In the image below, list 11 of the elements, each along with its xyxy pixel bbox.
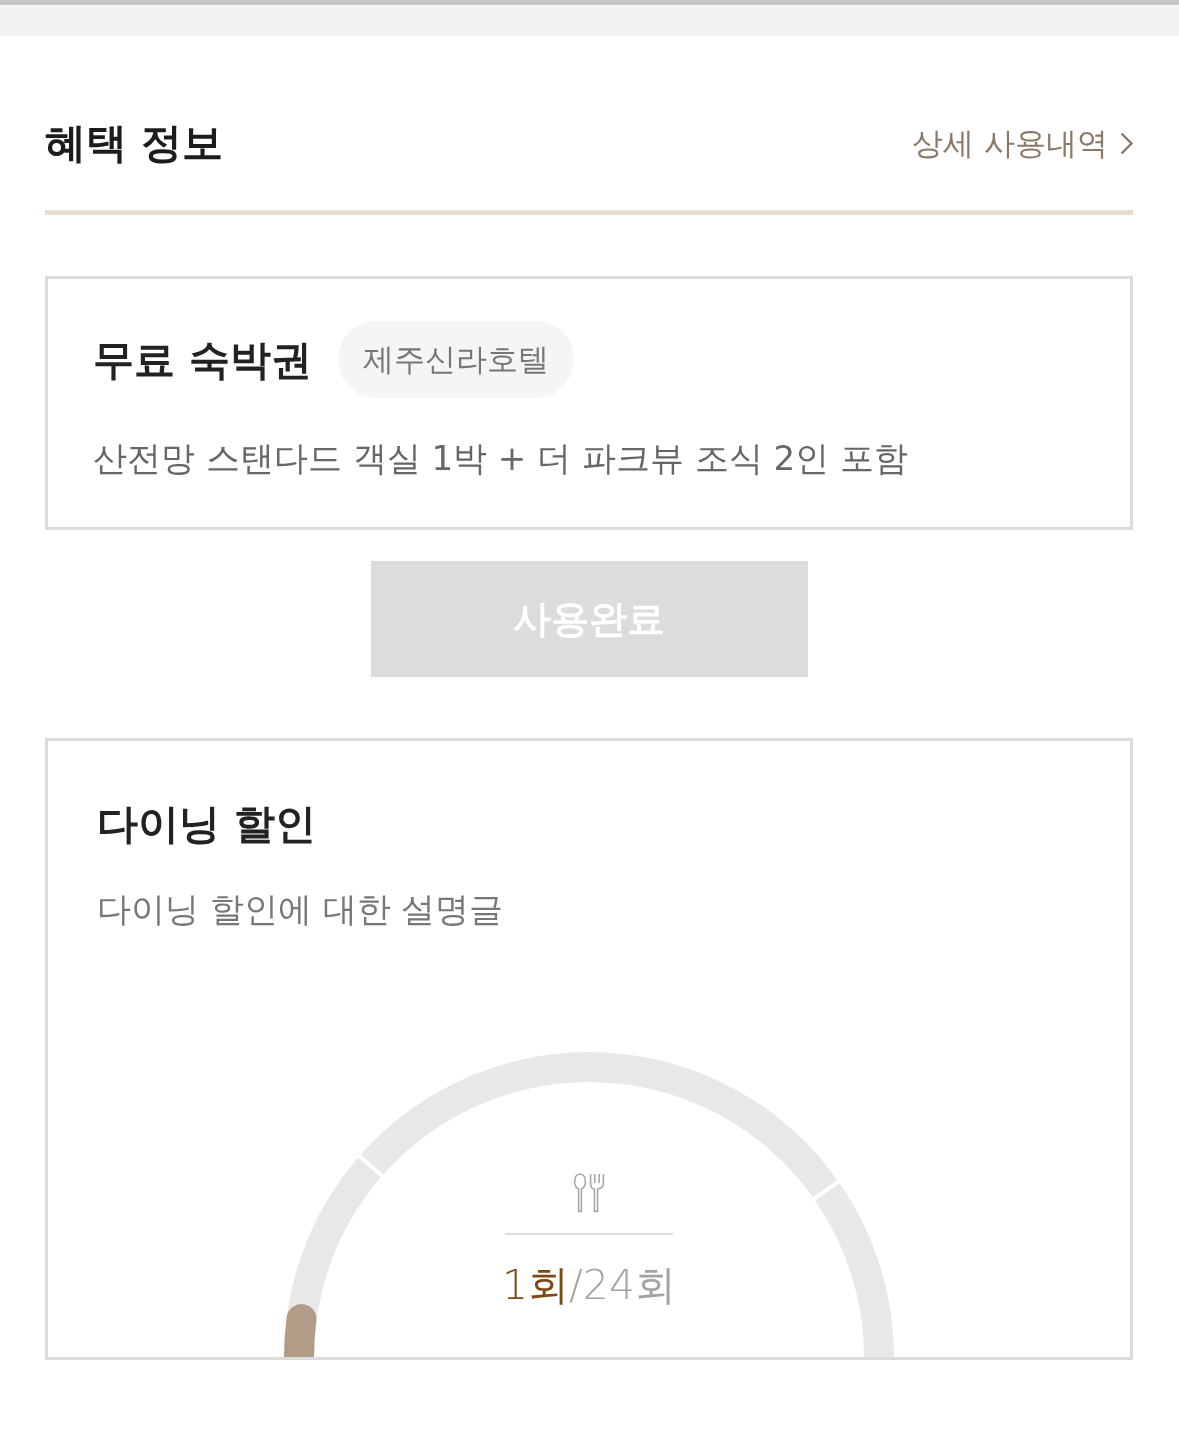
- card-title: 다이닝 할인: [97, 799, 317, 850]
- used-count: 1회: [501, 1260, 570, 1310]
- section-title: 혜택 정보: [45, 118, 224, 169]
- card-title: 무료 숙박권: [93, 334, 313, 386]
- total-count: /24회: [569, 1260, 677, 1310]
- detail-history-link[interactable]: 상세 사용내역: [912, 121, 1133, 165]
- hotel-name-tag: 제주신라호텔: [338, 321, 575, 398]
- chevron-right-icon: [1120, 131, 1133, 155]
- spoon-fork-icon: [573, 1173, 605, 1213]
- card-description: 산전망 스탠다드 객실 1박 + 더 파크뷰 조식 2인 포함: [93, 437, 909, 480]
- card-description: 다이닝 할인에 대한 설명글: [97, 888, 504, 931]
